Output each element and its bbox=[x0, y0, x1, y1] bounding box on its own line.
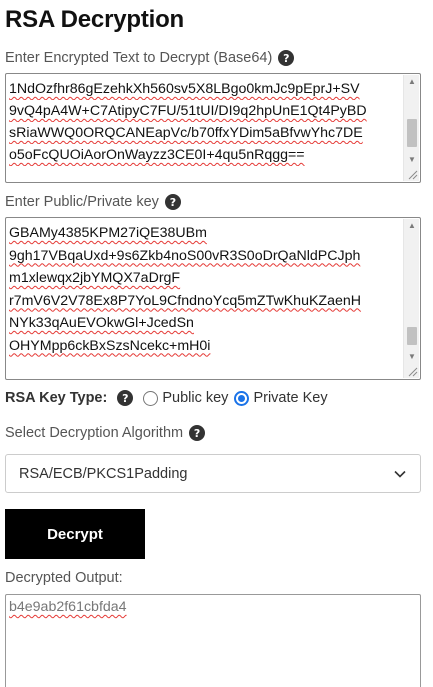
key-scrollbar[interactable]: ▲ ▼ bbox=[403, 219, 419, 378]
encrypted-text-label: Enter Encrypted Text to Decrypt (Base64)… bbox=[5, 50, 295, 66]
scroll-thumb[interactable] bbox=[407, 327, 417, 345]
resize-grip-icon[interactable] bbox=[406, 365, 418, 377]
algorithm-select-value: RSA/ECB/PKCS1Padding bbox=[19, 465, 188, 482]
encrypted-text-label-text: Enter Encrypted Text to Decrypt (Base64) bbox=[5, 50, 273, 66]
resize-grip-icon[interactable] bbox=[406, 168, 418, 180]
help-icon[interactable]: ? bbox=[189, 425, 206, 441]
radio-private-key-label: Private Key bbox=[253, 390, 328, 406]
help-icon[interactable]: ? bbox=[164, 194, 181, 210]
key-line: m1xlewqx2jbYMQX7aDrgF bbox=[9, 270, 181, 286]
page-title: RSA Decryption bbox=[5, 6, 185, 33]
encrypted-line: o5oFcQUOiAorOnWayzz3CE0I+4qu5nRqgg== bbox=[9, 147, 305, 163]
scroll-down-icon[interactable]: ▼ bbox=[404, 350, 420, 364]
key-type-row: RSA Key Type: ? Public key Private Key bbox=[5, 390, 334, 406]
key-label: Enter Public/Private key ? bbox=[5, 194, 181, 210]
key-input[interactable]: GBAMy4385KPM27iQE38UBm 9gh17VBqaUxd+9s6Z… bbox=[5, 217, 421, 380]
encrypted-line: 9vQ4pA4W+C7AtipyC7FU/51tUI/DI9q2hpUnE1Qt… bbox=[9, 103, 367, 119]
algorithm-select[interactable]: RSA/ECB/PKCS1Padding bbox=[5, 454, 421, 493]
encrypted-text-input[interactable]: 1NdOzfhr86gEzehkXh560sv5X8LBgo0kmJc9pEpr… bbox=[5, 73, 421, 183]
encrypted-scrollbar[interactable]: ▲ ▼ bbox=[403, 75, 419, 181]
encrypted-line: sRiaWWQ0ORQCANEapVc/b70ffxYDim5aBfvwYhc7… bbox=[9, 125, 363, 141]
encrypted-line: 1NdOzfhr86gEzehkXh560sv5X8LBgo0kmJc9pEpr… bbox=[9, 81, 360, 97]
radio-public-key[interactable]: Public key bbox=[143, 390, 228, 406]
key-line: r7mV6V2V78Ex8P7YoL9CfndnoYcq5mZTwKhuKZae… bbox=[9, 292, 362, 309]
key-line: 9gh17VBqaUxd+9s6Zkb4noS00vR3S0oDrQaNldPC… bbox=[9, 247, 361, 264]
scroll-down-icon[interactable]: ▼ bbox=[404, 153, 420, 167]
chevron-down-icon bbox=[394, 470, 406, 478]
scroll-up-icon[interactable]: ▲ bbox=[404, 75, 420, 89]
output-label-text: Decrypted Output: bbox=[5, 570, 123, 586]
help-icon[interactable]: ? bbox=[278, 50, 295, 66]
scroll-up-icon[interactable]: ▲ bbox=[404, 219, 420, 233]
radio-selected-icon[interactable] bbox=[234, 390, 250, 406]
decrypted-output-value: b4e9ab2f61cbfda4 bbox=[9, 599, 127, 615]
algorithm-label-text: Select Decryption Algorithm bbox=[5, 425, 184, 441]
decrypt-button[interactable]: Decrypt bbox=[5, 509, 145, 559]
radio-private-key[interactable]: Private Key bbox=[234, 390, 328, 406]
algorithm-label: Select Decryption Algorithm ? bbox=[5, 425, 206, 441]
key-label-text: Enter Public/Private key bbox=[5, 194, 159, 210]
radio-public-key-label: Public key bbox=[162, 390, 229, 406]
help-icon[interactable]: ? bbox=[117, 390, 134, 406]
key-line: NYk33qAuEVOkwGl+JcedSn bbox=[9, 315, 194, 331]
key-line: GBAMy4385KPM27iQE38UBm bbox=[9, 225, 207, 241]
key-line: OHYMpp6ckBxSzsNcekc+mH0i bbox=[9, 337, 211, 354]
output-label: Decrypted Output: bbox=[5, 570, 123, 586]
radio-icon[interactable] bbox=[143, 390, 159, 406]
scroll-thumb[interactable] bbox=[407, 119, 417, 147]
decrypted-output[interactable]: b4e9ab2f61cbfda4 bbox=[5, 594, 421, 687]
key-type-label: RSA Key Type: bbox=[5, 390, 108, 406]
